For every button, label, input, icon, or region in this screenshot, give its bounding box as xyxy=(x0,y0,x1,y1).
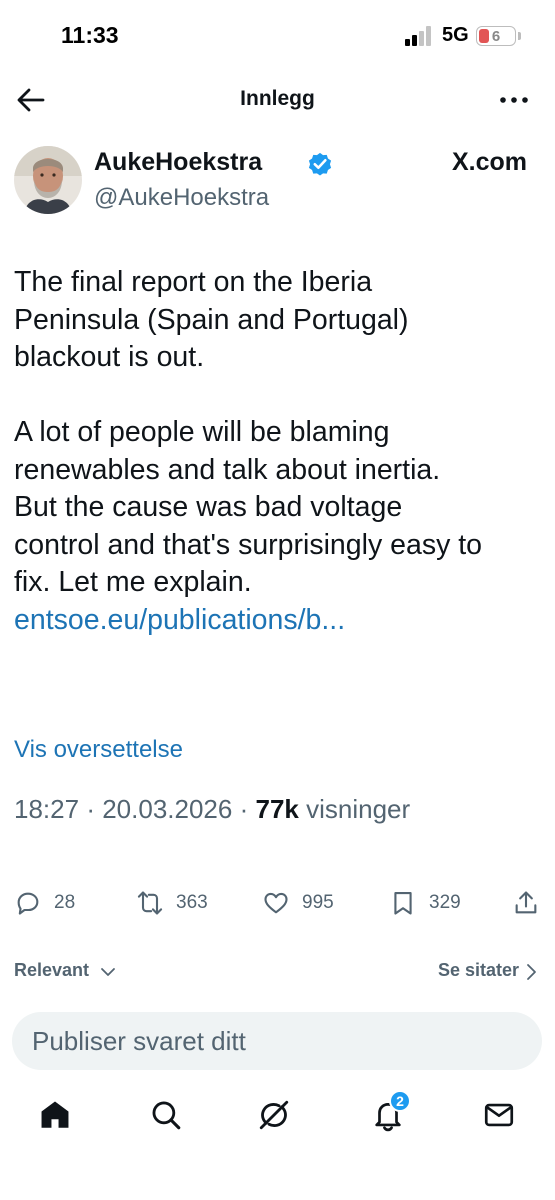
repost-count: 363 xyxy=(176,892,208,913)
sort-dropdown[interactable]: Relevant xyxy=(14,960,89,981)
post-text-line: renewables and talk about inertia. xyxy=(14,453,441,486)
post-link[interactable]: entsoe.eu/publications/b... xyxy=(14,602,542,640)
status-time: 11:33 xyxy=(61,22,119,48)
author-handle[interactable]: @AukeHoekstra xyxy=(94,184,269,212)
nav-header: Innlegg xyxy=(0,72,555,128)
translate-link[interactable]: Vis oversettelse xyxy=(14,736,183,764)
page-title: Innlegg xyxy=(240,87,315,110)
author-name[interactable]: AukeHoekstra xyxy=(94,148,262,177)
like-icon xyxy=(264,892,288,914)
views-label: visninger xyxy=(306,794,411,824)
verified-icon xyxy=(308,152,332,176)
post-text-line: Peninsula (Spain and Portugal) xyxy=(14,303,409,336)
post-text-line: But the cause was bad voltage xyxy=(14,491,403,523)
network-type: 5G xyxy=(442,24,469,46)
post-text: The final report on the Iberia Peninsula… xyxy=(14,264,542,639)
reply-input[interactable]: Publiser svaret ditt xyxy=(12,1012,542,1070)
like-count: 995 xyxy=(302,892,334,913)
bookmark-count: 329 xyxy=(429,892,461,913)
post-meta: 18:27 · 20.03.2026 · 77k visninger xyxy=(14,794,410,825)
tab-notifications[interactable]: 2 xyxy=(371,1090,411,1138)
grok-icon xyxy=(259,1100,289,1130)
post-author: AukeHoekstra @AukeHoekstra X.com xyxy=(14,146,541,222)
replies-header: Relevant Se sitater xyxy=(14,958,541,988)
post-text-line: A lot of people will be blaming xyxy=(14,416,390,448)
post-text-line: blackout is out. xyxy=(14,341,205,373)
chevron-down-icon[interactable] xyxy=(100,964,116,980)
like-button[interactable]: 995 xyxy=(262,880,334,926)
battery-level: 6 xyxy=(491,27,501,45)
reply-count: 28 xyxy=(54,892,76,913)
post-text-line: The final report on the Iberia xyxy=(14,266,373,298)
tab-search[interactable] xyxy=(149,1098,189,1138)
tab-home[interactable] xyxy=(38,1098,78,1138)
share-button[interactable] xyxy=(512,880,540,926)
view-quotes-link[interactable]: Se sitater xyxy=(438,960,519,981)
post-text-line: fix. Let me explain. xyxy=(14,566,252,598)
messages-icon xyxy=(484,1103,514,1127)
post-time: 18:27 xyxy=(14,794,80,824)
views-count[interactable]: 77k xyxy=(256,794,299,824)
reply-button[interactable]: 28 xyxy=(14,880,75,926)
repost-button[interactable]: 363 xyxy=(136,880,208,926)
meta-separator: · xyxy=(239,794,249,824)
tab-grok[interactable] xyxy=(257,1098,297,1138)
bottom-tab-bar: 2 xyxy=(0,1090,555,1152)
bookmark-icon xyxy=(394,892,412,915)
battery-icon: 6 xyxy=(476,26,516,46)
post-date: 20.03.2026 xyxy=(102,794,233,824)
battery-cap xyxy=(518,32,521,40)
bookmark-button[interactable]: 329 xyxy=(389,880,461,926)
home-icon xyxy=(41,1101,69,1128)
search-icon xyxy=(152,1101,181,1130)
meta-separator: · xyxy=(86,794,95,824)
notifications-badge: 2 xyxy=(389,1090,411,1112)
post-actions: 28 363 995 329 xyxy=(0,880,555,926)
signal-strength-icon xyxy=(405,26,431,46)
repost-icon xyxy=(137,891,163,915)
status-bar: 11:33 5G 6 xyxy=(0,0,555,72)
share-icon xyxy=(515,891,537,914)
source-label: X.com xyxy=(451,148,527,176)
reply-icon xyxy=(17,892,39,915)
chevron-right-icon[interactable] xyxy=(523,963,539,981)
more-icon[interactable] xyxy=(499,89,529,111)
post-text-line: control and that's surprisingly easy to xyxy=(14,528,483,561)
tab-messages[interactable] xyxy=(482,1098,522,1138)
avatar[interactable] xyxy=(14,146,82,214)
reply-placeholder: Publiser svaret ditt xyxy=(32,1026,246,1056)
